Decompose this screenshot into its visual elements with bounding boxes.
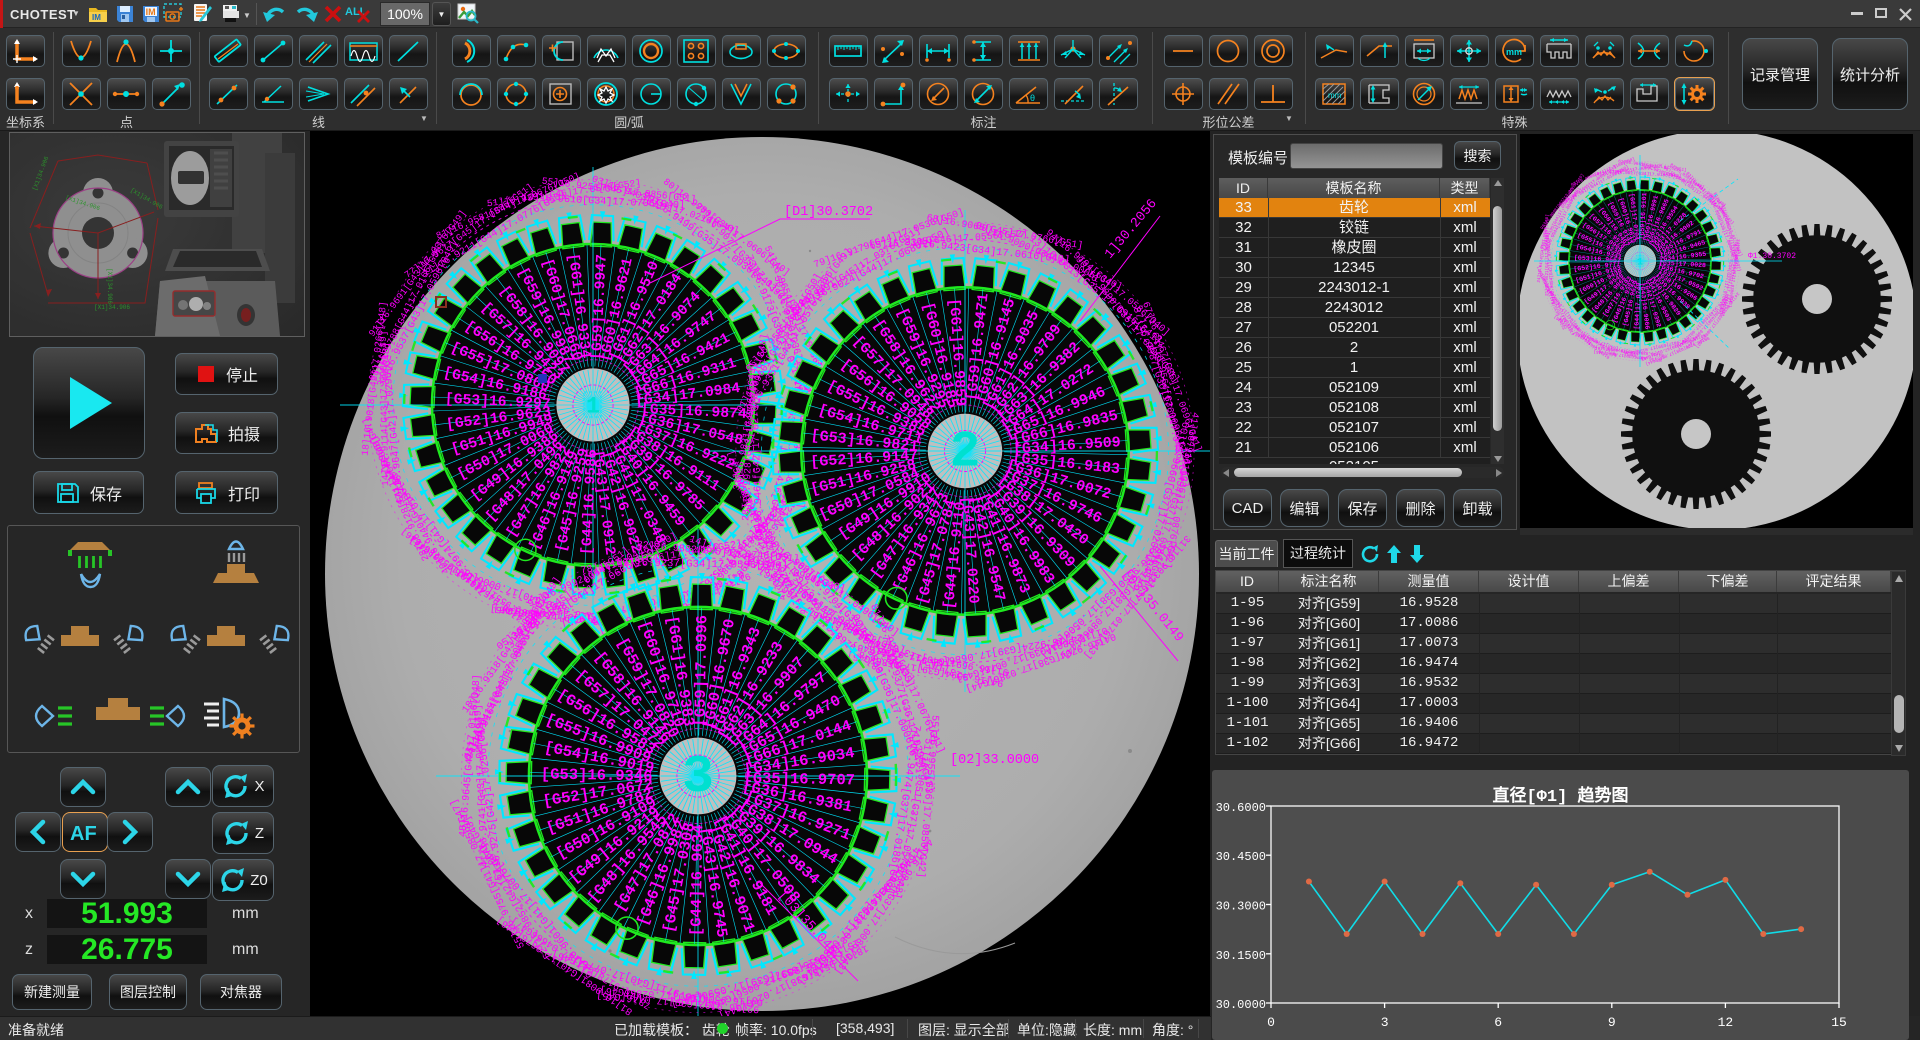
svg-text:IM: IM xyxy=(146,7,156,17)
svg-text:30.1500: 30.1500 xyxy=(1216,949,1266,963)
svg-text:[02]33.0000: [02]33.0000 xyxy=(950,753,1039,768)
svg-text:9: 9 xyxy=(1608,1015,1616,1030)
svg-text:12: 12 xyxy=(1718,1015,1734,1030)
svg-text:15: 15 xyxy=(1831,1015,1847,1030)
svg-text:0: 0 xyxy=(1267,1015,1275,1030)
svg-text:[D1]30.3702: [D1]30.3702 xyxy=(784,205,873,220)
svg-text:3: 3 xyxy=(682,747,714,807)
svg-text:3: 3 xyxy=(1381,1015,1389,1030)
svg-text:θ: θ xyxy=(1030,93,1035,103)
svg-text:30.4500: 30.4500 xyxy=(1216,850,1266,864)
svg-text:IM: IM xyxy=(92,13,101,22)
svg-text:1: 1 xyxy=(586,394,600,420)
svg-text:2: 2 xyxy=(950,425,981,482)
svg-text:6: 6 xyxy=(1494,1015,1502,1030)
svg-text:30.3000: 30.3000 xyxy=(1216,900,1266,914)
svg-text:Φ1.30.3702: Φ1.30.3702 xyxy=(1748,252,1796,261)
svg-text:AF: AF xyxy=(70,823,97,845)
svg-text:mm: mm xyxy=(1506,47,1522,57)
svg-text:mm: mm xyxy=(1328,91,1342,100)
svg-text:30.0000: 30.0000 xyxy=(1216,998,1266,1012)
